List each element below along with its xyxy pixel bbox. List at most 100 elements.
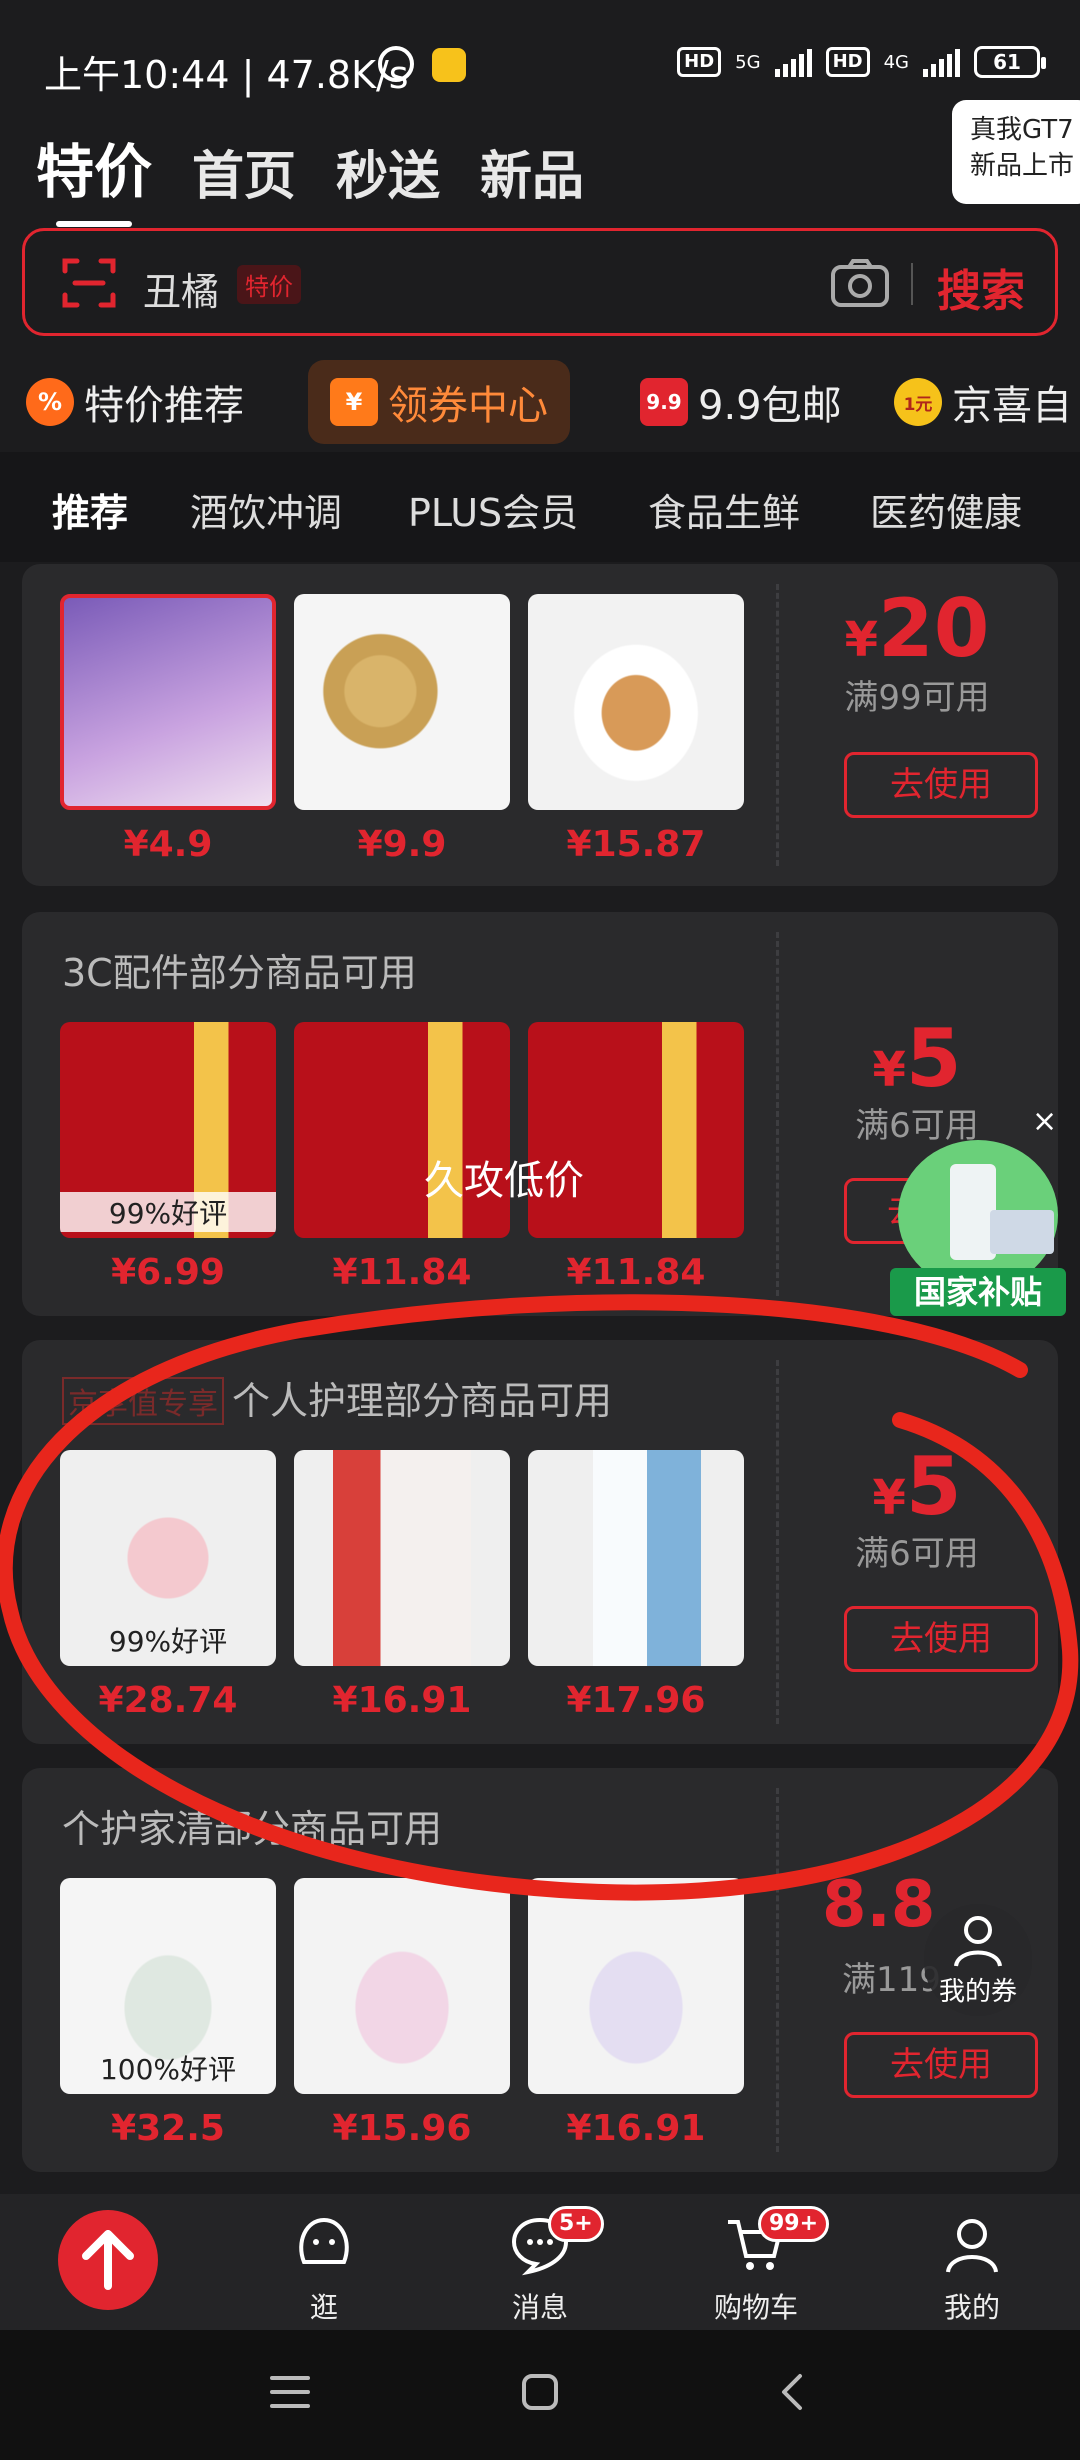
search-input[interactable]: 丑橘 [143,261,219,316]
product-image[interactable]: 100%好评 [60,1878,276,2094]
product-price: ¥6.99 [111,1252,225,1293]
coupon-condition: 满99可用 [844,678,990,718]
tab-new[interactable]: 新品 [480,134,584,209]
one-yuan-icon: 1元 [894,378,942,426]
shortcut-label: 9.9包邮 [698,383,842,429]
tab-home[interactable]: 首页 [192,134,296,209]
shortcut-coupon-center[interactable]: ¥ 领券中心 [308,360,570,444]
back-icon[interactable] [772,2370,816,2414]
home-icon[interactable] [518,2370,562,2414]
shortcut-99[interactable]: 9.9 9.9包邮 [640,360,842,444]
search-button[interactable]: 搜索 [937,255,1025,319]
product-image[interactable] [294,594,510,810]
shortcut-jingxi[interactable]: 1元 京喜自 [894,360,1072,444]
scan-icon[interactable] [61,255,117,311]
product-item[interactable]: 100%好评 ¥32.5 [60,1878,276,2149]
bottom-nav: 逛 消息 5+ 购物车 99+ 我的 [0,2194,1080,2330]
status-indicators: HD 5G HD 4G 61 [677,46,1046,78]
alarm-icon [378,46,414,82]
subtab-plus[interactable]: PLUS会员 [408,482,578,537]
product-price: ¥15.96 [332,2108,472,2149]
gov-subsidy-float[interactable]: 国家补贴 [890,1140,1066,1316]
product-image[interactable] [294,1878,510,2094]
product-rating: 99%好评 [108,1625,228,1658]
product-item[interactable]: ¥17.96 [528,1450,744,1721]
shortcut-tejia[interactable]: % 特价推荐 [26,360,244,444]
nav-cart[interactable]: 购物车 99+ [696,2206,830,2326]
nav-label: 我的 [943,2291,1000,2324]
product-price: ¥17.96 [566,1680,706,1721]
use-coupon-button[interactable]: 去使用 [844,1606,1038,1672]
scroll-to-top-button[interactable] [58,2210,158,2310]
product-item[interactable]: ¥16.91 [528,1878,744,2149]
product-price: ¥16.91 [332,1680,472,1721]
card-title: 个护家清部分商品可用 [62,1807,443,1851]
nav-messages[interactable]: 消息 5+ [480,2206,604,2326]
search-tag: 特价 [237,265,301,304]
use-coupon-button[interactable]: 去使用 [844,2032,1038,2098]
product-image[interactable] [528,1878,744,2094]
subtab-drinks[interactable]: 酒饮冲调 [190,482,342,537]
product-item[interactable]: ¥4.9 [60,594,276,865]
signal-icon-2 [923,47,960,77]
tab-miaosong[interactable]: 秒送 [336,134,440,209]
subtab-health[interactable]: 医药健康 [870,482,1022,537]
shortcut-row: % 特价推荐 ¥ 领券中心 9.9 9.9包邮 1元 京喜自 [0,360,1080,450]
laptop-icon [990,1210,1054,1254]
menu-icon[interactable] [268,2370,312,2414]
product-item[interactable]: ¥9.9 [294,594,510,865]
coupon-card: 个护家清部分商品可用 100%好评 ¥32.5 ¥15.96 ¥16.91 8.… [22,1768,1058,2172]
search-bar[interactable]: 丑橘 特价 搜索 [22,228,1058,336]
network-5g-label: 5G [735,51,761,73]
plus-tag: 京享值专享 [62,1377,224,1425]
coupon-value: 5 [905,1440,962,1533]
network-4g-label: 4G [883,51,909,73]
promo-line-2: 新品上市 [970,151,1075,181]
close-icon[interactable]: × [1032,1104,1057,1139]
subtab-fresh[interactable]: 食品生鲜 [648,482,800,537]
product-item[interactable]: 99%好评 ¥6.99 [60,1022,276,1293]
product-item[interactable]: ¥15.96 [294,1878,510,2149]
product-rating: 100%好评 [99,2053,237,2086]
product-price: ¥16.91 [566,2108,706,2149]
product-image[interactable]: 99%好评 [60,1450,276,1666]
use-coupon-button[interactable]: 去使用 [844,752,1038,818]
battery-level: 61 [993,50,1021,74]
promo-badge[interactable]: 真我GT7 新品上市 [952,100,1080,204]
system-nav-bar [0,2330,1080,2460]
product-image[interactable]: 99%好评 [60,1022,276,1238]
coupon-value: 20 [878,582,990,675]
product-image[interactable] [528,1450,744,1666]
product-image[interactable] [528,594,744,810]
cart-badge: 99+ [758,2206,830,2242]
camera-icon[interactable] [829,257,891,309]
search-divider [911,263,913,305]
product-image[interactable] [60,594,276,810]
coupon-card: 京享值专享 个人护理部分商品可用 99%好评 ¥28.74 ¥16.91 ¥17.… [22,1340,1058,1744]
nav-me[interactable]: 我的 [912,2212,1032,2326]
nav-label: 逛 [309,2291,338,2324]
product-image[interactable] [294,1450,510,1666]
product-item[interactable]: 99%好评 ¥28.74 [60,1450,276,1721]
arrow-up-icon [82,2230,134,2290]
coupon-yen: ¥ [844,612,879,668]
subtab-recommend[interactable]: 推荐 [52,482,128,537]
product-item[interactable]: ¥16.91 [294,1450,510,1721]
card-title: 3C配件部分商品可用 [62,951,417,995]
promo-line-1: 真我GT7 [970,115,1074,145]
user-icon [954,1916,1002,1967]
signal-icon [774,47,812,77]
product-item[interactable]: ¥15.87 [528,594,744,865]
coupon-yen: ¥ [872,1042,906,1098]
product-rating: 99%好评 [60,1192,276,1232]
category-subtabs: 推荐 酒饮冲调 PLUS会员 食品生鲜 医药健康 [0,452,1080,562]
my-coupon-button[interactable]: 我的券 [924,1904,1032,2016]
tab-tejia[interactable]: 特价 [36,125,152,227]
coupon-condition: 满6可用 [855,1534,979,1574]
product-price: ¥11.84 [566,1252,706,1293]
nav-browse[interactable]: 逛 [264,2212,384,2326]
coupon-yen: ¥ [872,1470,906,1526]
shortcut-label: 特价推荐 [84,383,244,429]
hd-badge: HD [677,47,722,77]
coupon-value: 5 [905,1012,962,1105]
